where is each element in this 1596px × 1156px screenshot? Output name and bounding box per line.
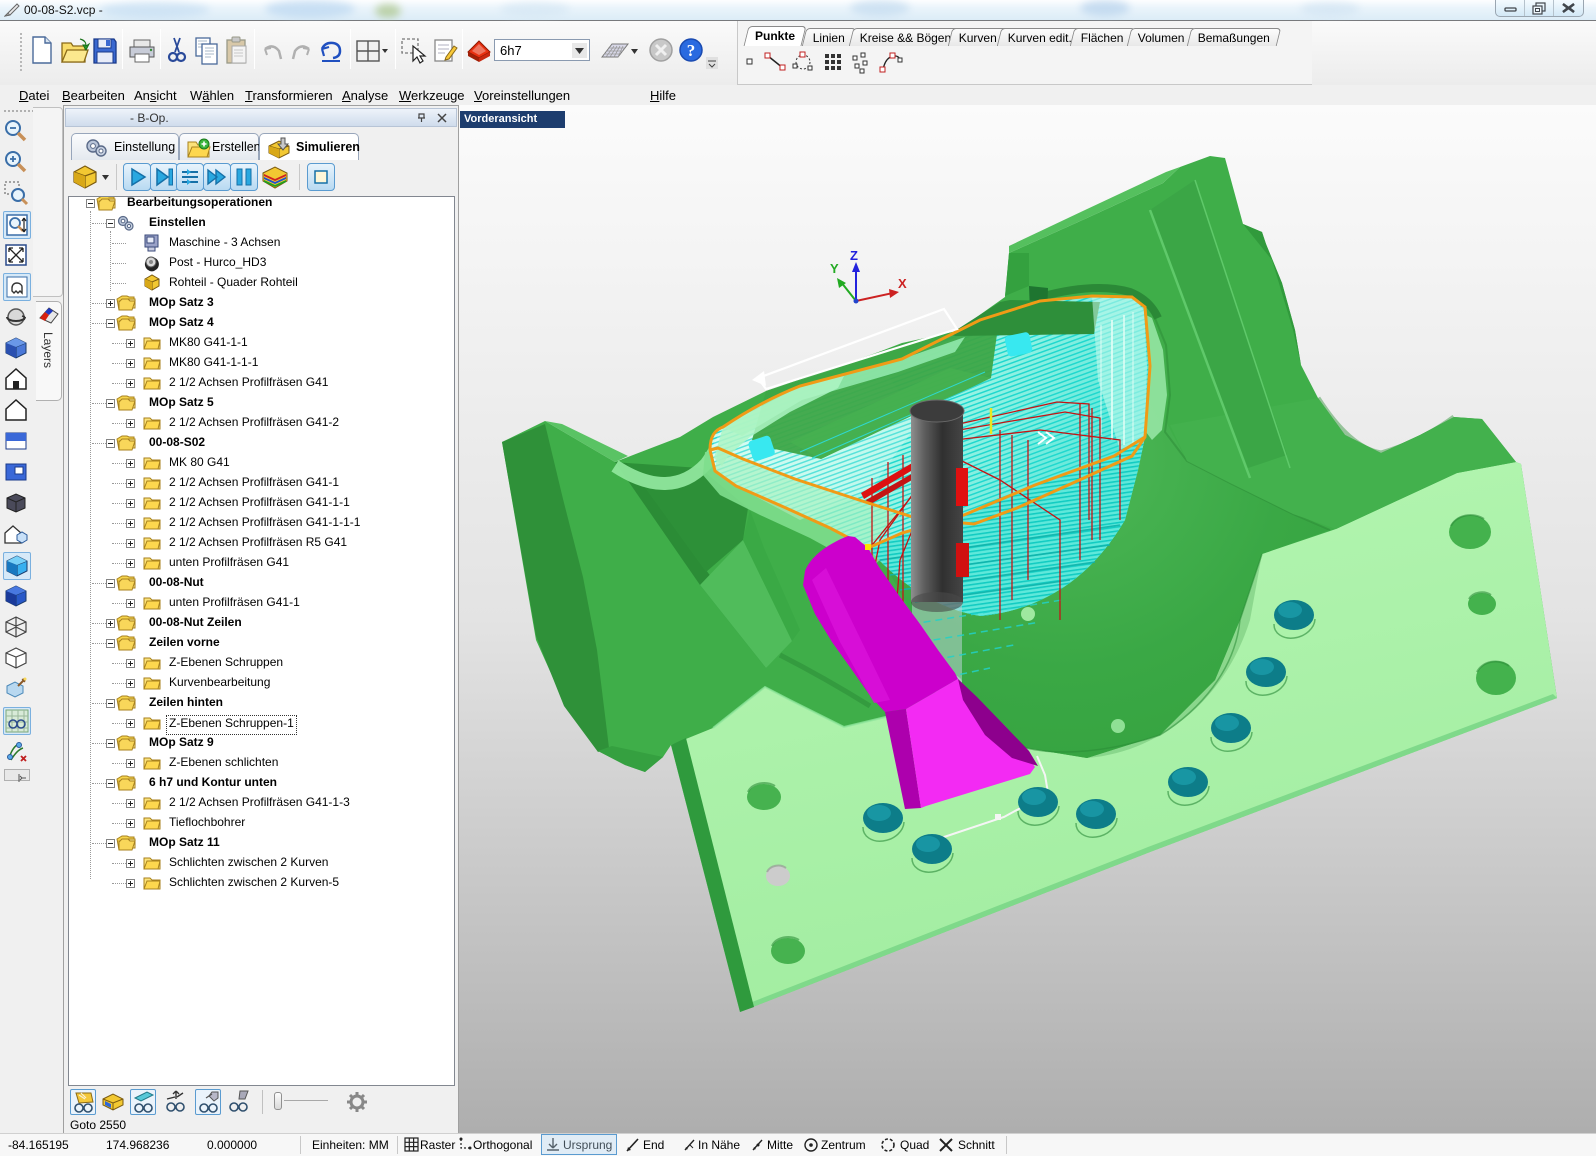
svg-text:Z: Z	[850, 248, 858, 263]
svg-text:Y: Y	[830, 261, 839, 276]
svg-text:?: ?	[687, 41, 696, 60]
svg-text:X: X	[898, 276, 907, 291]
